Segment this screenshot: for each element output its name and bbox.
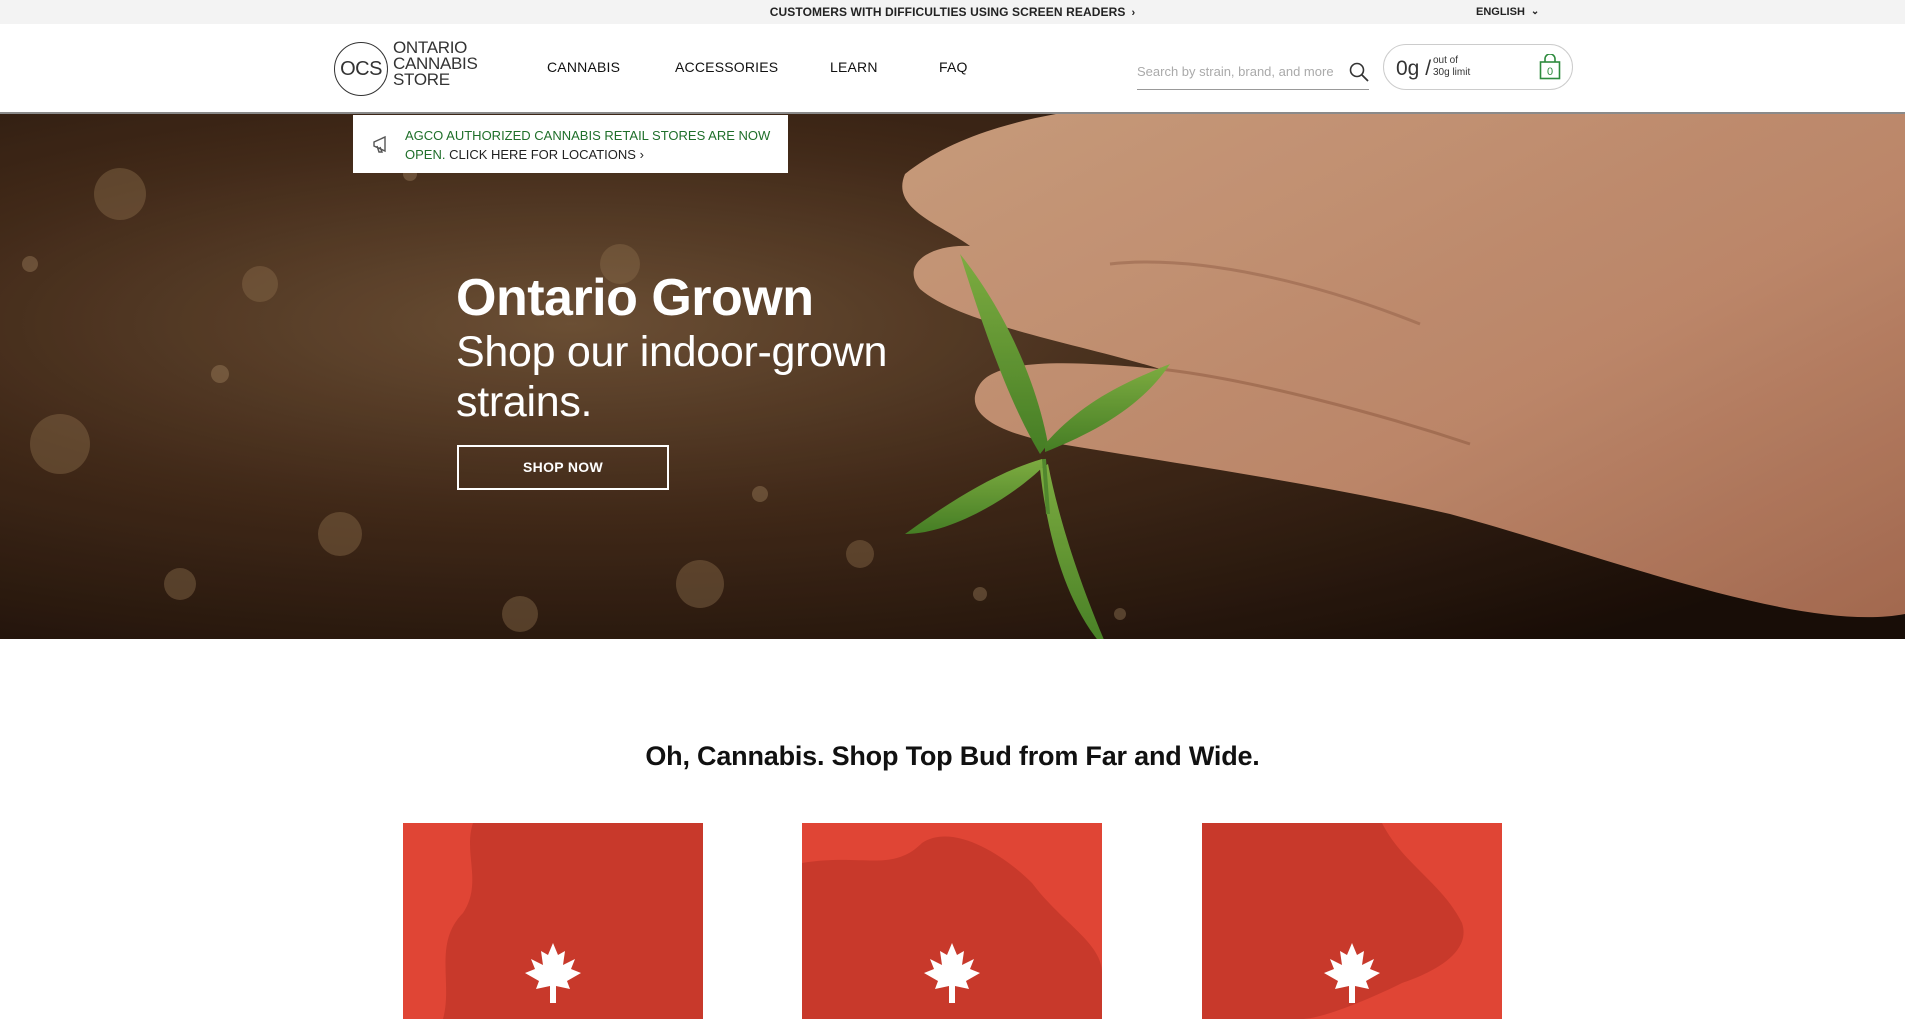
- shopping-bag-icon[interactable]: 0: [1539, 54, 1561, 80]
- cart-count: 0: [1547, 66, 1553, 78]
- province-card[interactable]: [403, 823, 703, 1019]
- section-title: Oh, Cannabis. Shop Top Bud from Far and …: [645, 741, 1260, 771]
- hero-image: [0, 114, 1905, 639]
- agco-notice[interactable]: AGCO AUTHORIZED CANNABIS RETAIL STORES A…: [353, 115, 788, 173]
- hero-title: Ontario Grown: [456, 269, 814, 327]
- canada-west-map: [403, 823, 703, 1019]
- shop-now-button[interactable]: SHOP NOW: [457, 445, 669, 490]
- logo-wordmark: ONTARIO CANNABIS STORE: [393, 38, 478, 89]
- nav-faq[interactable]: FAQ: [939, 59, 968, 75]
- site-header: OCS ONTARIO CANNABIS STORE CANNABIS ACCE…: [0, 24, 1905, 114]
- search-input[interactable]: Search by strain, brand, and more: [1137, 58, 1369, 90]
- cart-widget[interactable]: 0g / out of 30g limit 0: [1383, 44, 1573, 90]
- accessibility-bar: CUSTOMERS WITH DIFFICULTIES USING SCREEN…: [0, 0, 1905, 24]
- notice-text: AGCO AUTHORIZED CANNABIS RETAIL STORES A…: [405, 128, 771, 162]
- chevron-right-icon: ›: [639, 147, 644, 162]
- chevron-down-icon: ⌄: [1530, 6, 1540, 17]
- province-card[interactable]: [802, 823, 1102, 1019]
- cart-grams: 0g /: [1396, 57, 1432, 80]
- chevron-right-icon: ›: [1131, 7, 1136, 19]
- hero-banner: AGCO AUTHORIZED CANNABIS RETAIL STORES A…: [0, 114, 1905, 639]
- nav-cannabis[interactable]: CANNABIS: [547, 59, 620, 75]
- screen-reader-help-link[interactable]: CUSTOMERS WITH DIFFICULTIES USING SCREEN…: [0, 5, 1905, 19]
- search-icon[interactable]: [1349, 62, 1369, 82]
- canada-central-map: [802, 823, 1102, 1019]
- nav-learn[interactable]: LEARN: [830, 59, 878, 75]
- locations-link[interactable]: CLICK HERE FOR LOCATIONS: [449, 147, 636, 162]
- province-card[interactable]: [1202, 823, 1502, 1019]
- logo-mark: OCS: [334, 42, 388, 96]
- cart-limit: out of 30g limit: [1433, 55, 1471, 78]
- megaphone-icon: [373, 135, 386, 153]
- ocs-logo[interactable]: OCS ONTARIO CANNABIS STORE: [334, 38, 494, 96]
- nav-accessories[interactable]: ACCESSORIES: [675, 59, 778, 75]
- search-placeholder: Search by strain, brand, and more: [1137, 64, 1334, 79]
- canada-east-map: [1202, 823, 1502, 1019]
- hero-subtitle: Shop our indoor-grown strains.: [456, 328, 888, 426]
- language-selector[interactable]: ENGLISH ⌄: [1476, 6, 1539, 18]
